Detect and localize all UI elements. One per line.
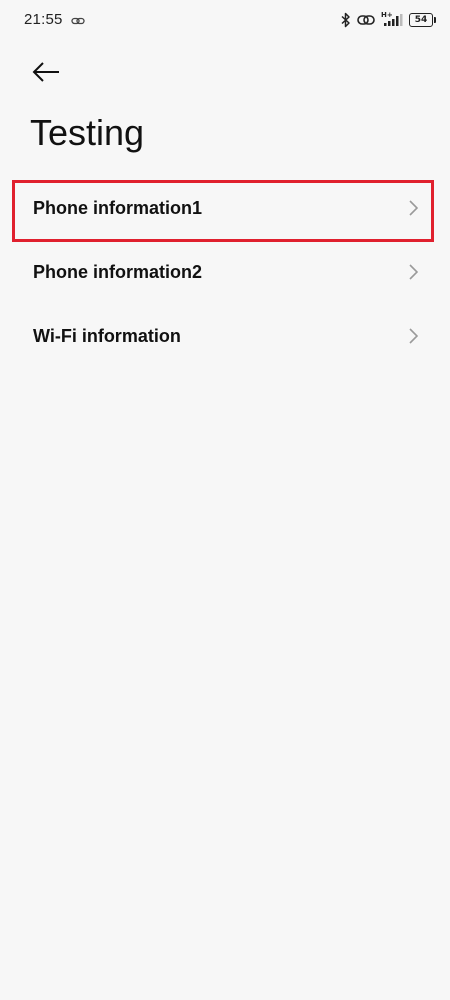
list-item-phone-information2[interactable]: Phone information2 [0, 240, 450, 304]
hotspot-link-icon [357, 13, 375, 27]
link-icon [71, 14, 85, 26]
status-bar: 21:55 H+ 54 [0, 0, 450, 40]
list-item-label: Phone information1 [33, 197, 203, 218]
chevron-right-icon [409, 264, 418, 280]
settings-list: Phone information1 Phone information2 Wi… [0, 176, 450, 368]
signal-icon: H+ [381, 11, 403, 27]
page-title: Testing [30, 112, 145, 153]
list-item-label: Wi-Fi information [33, 325, 181, 346]
list-item-label: Phone information2 [33, 261, 203, 282]
battery-level: 54 [414, 15, 428, 25]
battery-icon: 54 [409, 13, 433, 27]
chevron-right-icon [409, 200, 418, 216]
list-item-wifi-information[interactable]: Wi-Fi information [0, 304, 450, 368]
list-item-phone-information1[interactable]: Phone information1 [0, 176, 450, 240]
network-type-label: H+ [381, 11, 393, 19]
arrow-left-icon [32, 62, 59, 82]
battery-tip [434, 17, 436, 23]
chevron-right-icon [409, 328, 418, 344]
status-icons: H+ 54 [335, 10, 436, 30]
status-time: 21:55 [24, 11, 63, 28]
back-button[interactable] [26, 54, 66, 90]
bluetooth-icon [341, 12, 351, 28]
